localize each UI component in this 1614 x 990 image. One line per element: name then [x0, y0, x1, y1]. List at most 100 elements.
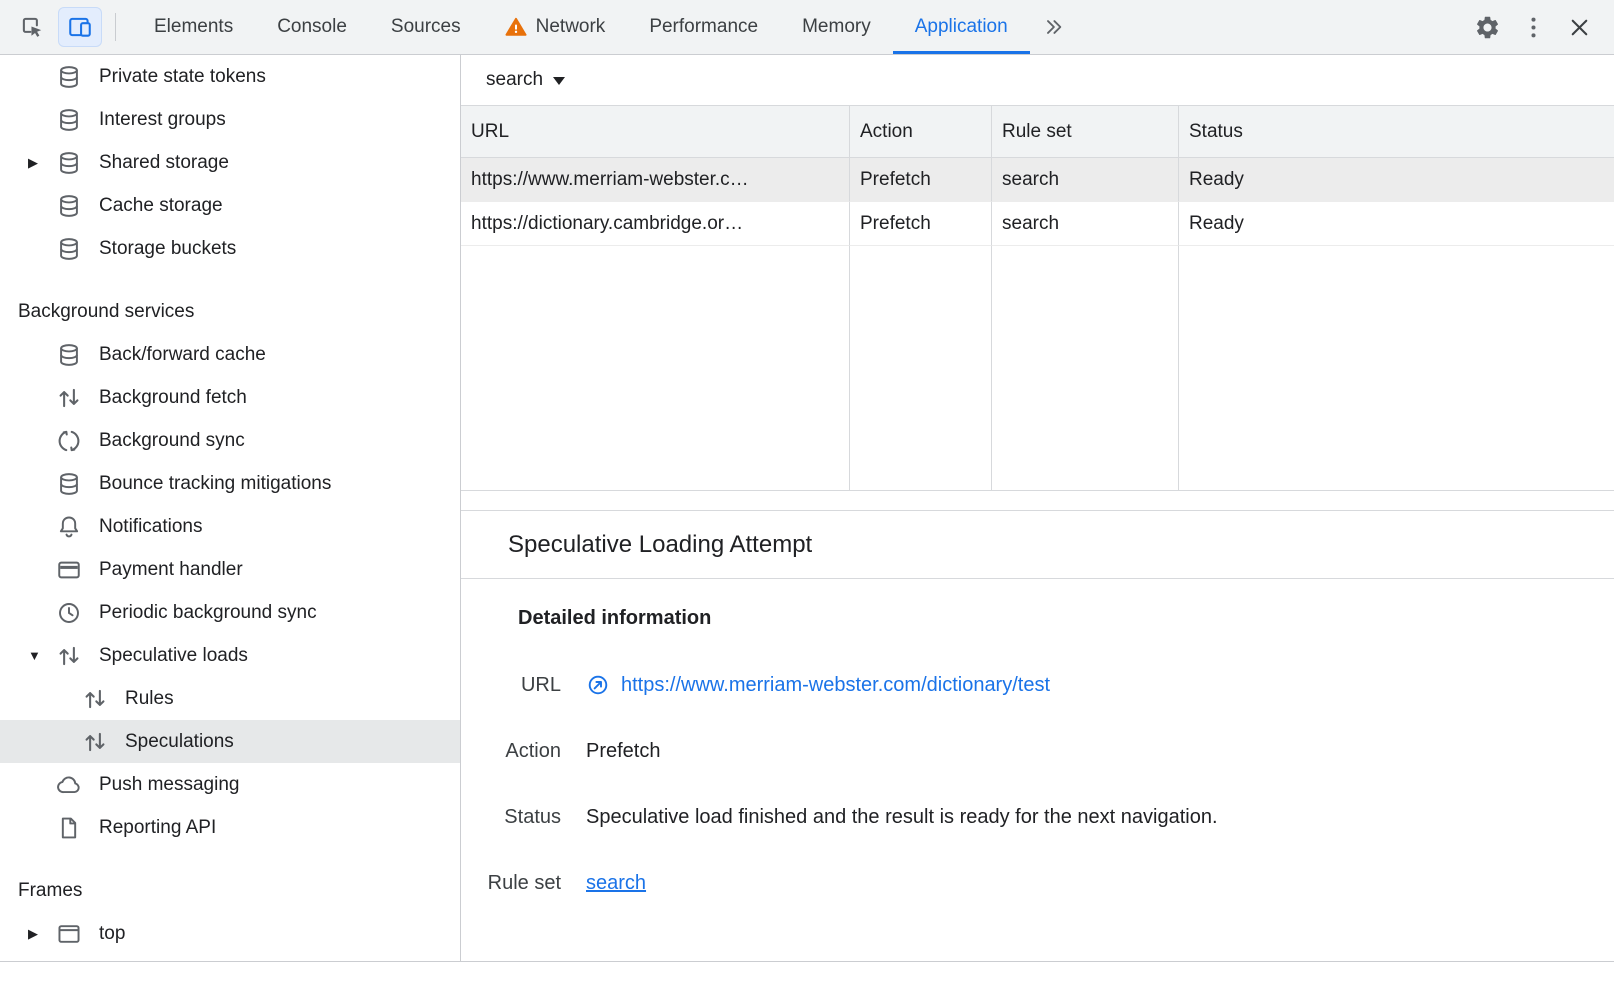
- collapse-arrow-icon[interactable]: ▼: [28, 648, 56, 663]
- ruleset-filter-dropdown[interactable]: search: [486, 69, 565, 91]
- detail-value-action: Prefetch: [586, 740, 660, 763]
- up-down-arrows-icon: [56, 385, 82, 411]
- table-row-2-action[interactable]: Prefetch: [850, 202, 992, 246]
- sync-arrows-icon: [56, 428, 82, 454]
- sidebar-item-back-forward-cache[interactable]: Back/forward cache: [0, 333, 460, 376]
- table-filler: [461, 246, 850, 490]
- database-icon: [56, 150, 82, 176]
- chevron-double-right-icon: [1042, 16, 1064, 38]
- table-filler: [1179, 246, 1614, 490]
- panel-tabs: Elements Console Sources Network Perform…: [132, 0, 1076, 54]
- close-icon: [1567, 15, 1592, 40]
- sidebar-item-cache-storage[interactable]: Cache storage: [0, 184, 460, 227]
- details-section-title: Speculative Loading Attempt: [508, 531, 812, 559]
- table-row-2-status[interactable]: Ready: [1179, 202, 1614, 246]
- detail-row-rule-set: Rule set search: [477, 872, 1614, 895]
- table-row-2-url[interactable]: https://dictionary.cambridge.or…: [461, 202, 850, 246]
- tab-console[interactable]: Console: [255, 0, 369, 54]
- detail-value-status: Speculative load finished and the result…: [586, 806, 1218, 829]
- detail-label-rule-set: Rule set: [477, 872, 561, 895]
- expand-arrow-icon[interactable]: ▶: [28, 155, 56, 171]
- url-link[interactable]: https://www.merriam-webster.com/dictiona…: [621, 674, 1050, 697]
- toolbar-window-controls: [1464, 0, 1614, 54]
- tab-elements[interactable]: Elements: [132, 0, 255, 54]
- sidebar-item-payment-handler[interactable]: Payment handler: [0, 548, 460, 591]
- column-header-action: Action: [850, 106, 992, 158]
- table-row-1-status[interactable]: Ready: [1179, 158, 1614, 202]
- database-icon: [56, 471, 82, 497]
- sidebar-item-reporting-api[interactable]: Reporting API: [0, 806, 460, 849]
- table-row-2-rule-set[interactable]: search: [992, 202, 1179, 246]
- detail-row-action: Action Prefetch: [477, 740, 1614, 763]
- filter-bar: search: [461, 55, 1614, 105]
- tab-memory[interactable]: Memory: [780, 0, 893, 54]
- sidebar-item-interest-groups[interactable]: Interest groups: [0, 98, 460, 141]
- database-icon: [56, 236, 82, 262]
- speculations-panel: search URL Action Rule set Status https:…: [461, 55, 1614, 961]
- device-toolbar-icon: [67, 14, 93, 40]
- detail-label-url: URL: [477, 674, 561, 697]
- database-icon: [56, 193, 82, 219]
- warning-icon: [505, 16, 527, 38]
- bell-icon: [56, 514, 82, 540]
- application-sidebar: Private state tokens Interest groups ▶ S…: [0, 55, 461, 961]
- detail-label-action: Action: [477, 740, 561, 763]
- detailed-information-heading: Detailed information: [518, 607, 1614, 630]
- more-tabs-button[interactable]: [1033, 7, 1073, 47]
- sidebar-item-shared-storage[interactable]: ▶ Shared storage: [0, 141, 460, 184]
- cloud-icon: [56, 772, 82, 798]
- sidebar-item-speculative-loads[interactable]: ▼ Speculative loads: [0, 634, 460, 677]
- inspect-cursor-icon: [19, 14, 45, 40]
- sidebar-item-speculations[interactable]: Speculations: [0, 720, 460, 763]
- database-icon: [56, 342, 82, 368]
- table-row-1-action[interactable]: Prefetch: [850, 158, 992, 202]
- table-row-1-rule-set[interactable]: search: [992, 158, 1179, 202]
- toggle-device-toolbar-button[interactable]: [58, 7, 102, 47]
- database-icon: [56, 64, 82, 90]
- sidebar-item-top-frame[interactable]: ▶ top: [0, 912, 460, 955]
- column-header-url: URL: [461, 106, 850, 158]
- toolbar-divider: [115, 13, 116, 41]
- column-header-rule-set: Rule set: [992, 106, 1179, 158]
- more-options-button[interactable]: [1513, 7, 1553, 47]
- tab-performance[interactable]: Performance: [627, 0, 780, 54]
- sidebar-item-storage-buckets[interactable]: Storage buckets: [0, 227, 460, 270]
- detail-row-url: URL https://www.merriam-webster.com/dict…: [477, 673, 1614, 697]
- devtools-window: Elements Console Sources Network Perform…: [0, 0, 1614, 962]
- up-down-arrows-icon: [82, 686, 108, 712]
- settings-button[interactable]: [1467, 7, 1507, 47]
- tab-sources[interactable]: Sources: [369, 0, 483, 54]
- sidebar-section-frames: Frames: [0, 869, 460, 912]
- clock-icon: [56, 600, 82, 626]
- table-row-1-url[interactable]: https://www.merriam-webster.c…: [461, 158, 850, 202]
- close-devtools-button[interactable]: [1559, 7, 1599, 47]
- table-filler: [850, 246, 992, 490]
- details-panel: Detailed information URL https://www.mer…: [461, 607, 1614, 895]
- sidebar-item-push-messaging[interactable]: Push messaging: [0, 763, 460, 806]
- open-url-icon[interactable]: [586, 673, 610, 697]
- chevron-down-icon: [553, 77, 565, 85]
- sidebar-item-private-state-tokens[interactable]: Private state tokens: [0, 55, 460, 98]
- detail-label-status: Status: [477, 806, 561, 829]
- sidebar-item-background-sync[interactable]: Background sync: [0, 419, 460, 462]
- sidebar-section-background-services: Background services: [0, 290, 460, 333]
- speculations-table: URL Action Rule set Status https://www.m…: [461, 105, 1614, 491]
- tab-network[interactable]: Network: [483, 0, 628, 54]
- sidebar-item-bounce-tracking-mitigations[interactable]: Bounce tracking mitigations: [0, 462, 460, 505]
- document-icon: [56, 815, 82, 841]
- up-down-arrows-icon: [82, 729, 108, 755]
- rule-set-link[interactable]: search: [586, 872, 646, 895]
- detail-row-status: Status Speculative load finished and the…: [477, 806, 1614, 829]
- inspect-element-button[interactable]: [12, 7, 52, 47]
- sidebar-item-periodic-background-sync[interactable]: Periodic background sync: [0, 591, 460, 634]
- expand-arrow-icon[interactable]: ▶: [28, 926, 56, 942]
- tab-application[interactable]: Application: [893, 0, 1030, 54]
- table-filler: [992, 246, 1179, 490]
- payment-card-icon: [56, 557, 82, 583]
- gear-icon: [1474, 14, 1501, 41]
- database-icon: [56, 107, 82, 133]
- sidebar-item-rules[interactable]: Rules: [0, 677, 460, 720]
- sidebar-item-notifications[interactable]: Notifications: [0, 505, 460, 548]
- up-down-arrows-icon: [56, 643, 82, 669]
- sidebar-item-background-fetch[interactable]: Background fetch: [0, 376, 460, 419]
